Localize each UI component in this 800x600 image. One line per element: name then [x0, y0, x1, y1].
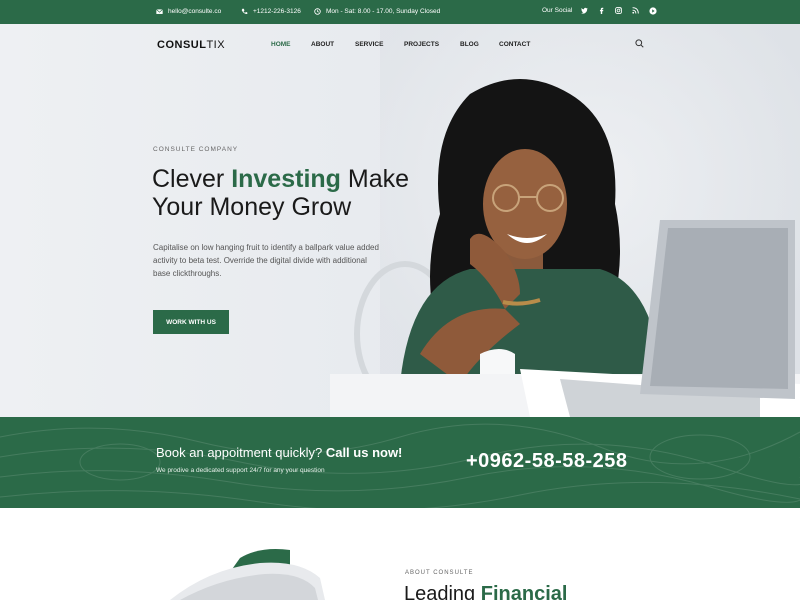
nav-item-contact[interactable]: CONTACT: [499, 41, 544, 48]
headline-part: Make: [340, 165, 410, 193]
top-bar: hello@consulte.co +1212-226-3126 Mon - S…: [0, 0, 800, 24]
facebook-icon[interactable]: [597, 6, 606, 15]
band-title-bold: Call us now!: [325, 445, 403, 460]
headline-part: Your Money Grow: [152, 193, 352, 221]
nav-item-about[interactable]: ABOUT: [311, 41, 355, 48]
about-section: ABOUT CONSULTE Leading Financial: [0, 508, 800, 600]
phone-icon: [241, 8, 248, 14]
nav-menu: HOME ABOUT SERVICE PROJECTS BLOG CONTACT: [271, 41, 544, 48]
hero-tag: CONSULTE COMPANY: [153, 146, 239, 153]
about-heading: Leading Financial: [404, 583, 567, 600]
nav-item-projects[interactable]: PROJECTS: [404, 41, 460, 48]
logo[interactable]: CONSULTIX: [157, 39, 225, 51]
phone-contact[interactable]: +1212-226-3126: [241, 8, 301, 15]
envelope-icon: [156, 9, 163, 14]
email-contact[interactable]: hello@consulte.co: [156, 8, 221, 15]
band-phone-number[interactable]: +0962-58-58-258: [466, 450, 628, 473]
social-links: Our Social: [542, 6, 657, 15]
twitter-icon[interactable]: [580, 6, 589, 15]
about-image: [170, 549, 325, 600]
email-text: hello@consulte.co: [168, 8, 222, 15]
phone-text: +1212-226-3126: [253, 8, 301, 15]
headline-part: Clever: [152, 165, 232, 193]
band-title-text: Book an appoitment quickly?: [156, 445, 326, 460]
about-tag: ABOUT CONSULTE: [405, 570, 474, 576]
hours-info: Mon - Sat: 8.00 - 17.00, Sunday Closed: [314, 8, 440, 15]
youtube-icon[interactable]: [648, 6, 657, 15]
logo-bold: CONSUL: [157, 39, 207, 51]
rss-icon[interactable]: [631, 6, 640, 15]
headline-highlight: Investing: [231, 165, 341, 193]
logo-light: TIX: [206, 39, 226, 51]
about-heading-text: Leading: [404, 583, 481, 600]
hero-section: CONSULTE COMPANY Clever Investing Make Y…: [0, 24, 800, 417]
about-heading-highlight: Financial: [480, 583, 568, 600]
hero-headline: Clever Investing Make Your Money Grow: [152, 165, 409, 221]
topographic-pattern: [0, 423, 800, 508]
hours-text: Mon - Sat: 8.00 - 17.00, Sunday Closed: [326, 8, 441, 15]
clock-icon: [314, 8, 321, 15]
appointment-band: Book an appoitment quickly? Call us now!…: [0, 417, 800, 508]
nav-item-blog[interactable]: BLOG: [460, 41, 499, 48]
nav-item-home[interactable]: HOME: [271, 41, 311, 48]
hero-description: Capitalise on low hanging fruit to ident…: [153, 243, 379, 278]
social-label: Our Social: [542, 7, 573, 14]
band-subtitle: We prodive a dedicated support 24/7 for …: [156, 467, 325, 474]
search-icon[interactable]: [635, 39, 644, 48]
band-title: Book an appoitment quickly? Call us now!: [156, 445, 402, 460]
main-nav: CONSULTIX HOME ABOUT SERVICE PROJECTS BL…: [0, 24, 800, 64]
work-with-us-button[interactable]: WORK WITH US: [153, 310, 229, 334]
nav-item-service[interactable]: SERVICE: [355, 41, 404, 48]
instagram-icon[interactable]: [614, 6, 623, 15]
